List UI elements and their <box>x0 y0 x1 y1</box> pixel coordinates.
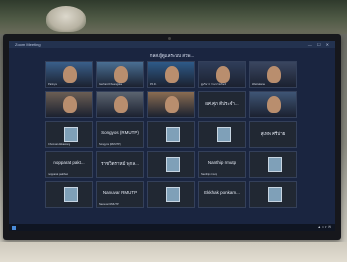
participant-name-label: Chonnat Akkawong <box>48 143 71 146</box>
participant-name-label: Ph.D. <box>150 83 157 86</box>
participant-tile[interactable]: Songyos (RMUTP) Songyos (RMUTP) <box>96 121 144 148</box>
participant-tile[interactable] <box>96 91 144 118</box>
participant-tile[interactable] <box>45 91 93 118</box>
participant-face <box>165 66 179 83</box>
participant-tile[interactable] <box>249 151 297 178</box>
profile-picture-icon <box>217 127 231 142</box>
participant-display-name: Nanthip rmutp <box>207 160 237 165</box>
window-titlebar: Zoom Meeting — ☐ ✕ <box>9 41 335 48</box>
participant-tile[interactable]: Chonnat Akkawong <box>45 121 93 148</box>
participant-face <box>114 66 128 83</box>
participant-tile[interactable]: Wanlukana <box>249 61 297 88</box>
meeting-banner: กลส.ผู้ดูแลระบบ สวพ... <box>149 53 195 58</box>
participant-name-label: Wanlukana <box>252 83 265 86</box>
participant-display-name: ราชวิตราหม์ พุกล... <box>101 161 139 166</box>
participant-face <box>165 96 179 113</box>
participant-tile[interactable]: Ph.D. <box>147 61 195 88</box>
app-title: Zoom Meeting <box>15 42 41 47</box>
participant-name-label: Nanuvar RMUTP <box>99 203 119 206</box>
participant-display-name: Ekkhak ponkam... <box>204 190 240 195</box>
participant-tile[interactable]: Nanuvar RMUTP Nanuvar RMUTP <box>96 181 144 208</box>
participant-display-name: สุเทพ ศรีบ่าย <box>260 131 286 136</box>
participant-tile[interactable] <box>45 181 93 208</box>
profile-picture-icon <box>166 187 180 202</box>
desk-surface <box>0 242 347 262</box>
windows-start-icon[interactable] <box>12 225 16 230</box>
participant-tile[interactable]: Ekkhak ponkam... <box>198 181 246 208</box>
participant-tile[interactable]: Nanthip rmutp Nanthip rmutp <box>198 151 246 178</box>
participant-name-label: ผู้บริหาร กรมราชทัณฑ์ <box>201 83 227 86</box>
participant-name-label: Parinya <box>48 83 57 86</box>
participant-display-name: Songyos (RMUTP) <box>101 130 139 135</box>
participant-display-name: ผศ.ศุภ ดีประจำ... <box>205 101 239 106</box>
participant-tile[interactable] <box>249 181 297 208</box>
participant-display-name: nopparat pakt... <box>53 160 85 165</box>
participant-face <box>63 96 77 113</box>
participant-face <box>63 66 77 83</box>
zoom-screen: Zoom Meeting — ☐ ✕ กลส.ผู้ดูแลระบบ สวพ..… <box>9 41 335 231</box>
participant-tile[interactable] <box>198 121 246 148</box>
participant-tile[interactable]: nopparat pakt... nopparat pakthan <box>45 151 93 178</box>
participant-tile[interactable] <box>147 151 195 178</box>
profile-picture-icon <box>268 157 282 172</box>
taskbar: ▲ ⌂ ◐ ✉ <box>9 224 335 231</box>
profile-picture-icon <box>166 127 180 142</box>
participant-tile[interactable]: Parinya <box>45 61 93 88</box>
window-controls[interactable]: — ☐ ✕ <box>308 41 331 48</box>
participant-tile[interactable]: Gerhard Fhuengdee <box>96 61 144 88</box>
participant-tile[interactable]: ราชวิตราหม์ พุกล... <box>96 151 144 178</box>
participant-face <box>267 66 281 83</box>
participant-tile[interactable]: ผศ.ศุภ ดีประจำ... <box>198 91 246 118</box>
participant-face <box>216 66 230 83</box>
participant-name-label: Nanthip rmutp <box>201 173 218 176</box>
webcam-dot <box>168 37 171 40</box>
profile-picture-icon <box>268 187 282 202</box>
statue-in-background <box>46 6 86 32</box>
participant-name-label: Gerhard Fhuengdee <box>99 83 123 86</box>
participant-name-label: nopparat pakthan <box>48 173 69 176</box>
participant-tile[interactable] <box>147 91 195 118</box>
participant-display-name: Nanuvar RMUTP <box>102 190 138 195</box>
participant-tile[interactable] <box>147 121 195 148</box>
participant-tile[interactable]: ผู้บริหาร กรมราชทัณฑ์ <box>198 61 246 88</box>
profile-picture-icon <box>64 127 78 142</box>
participant-tile[interactable] <box>147 181 195 208</box>
profile-picture-icon <box>64 187 78 202</box>
participant-tile[interactable]: สุเทพ ศรีบ่าย <box>249 121 297 148</box>
participant-face <box>114 96 128 113</box>
profile-picture-icon <box>166 157 180 172</box>
system-tray: ▲ ⌂ ◐ ✉ <box>317 225 331 229</box>
participant-name-label: Songyos (RMUTP) <box>99 143 121 146</box>
participant-face <box>267 96 281 113</box>
participant-tile[interactable] <box>249 91 297 118</box>
